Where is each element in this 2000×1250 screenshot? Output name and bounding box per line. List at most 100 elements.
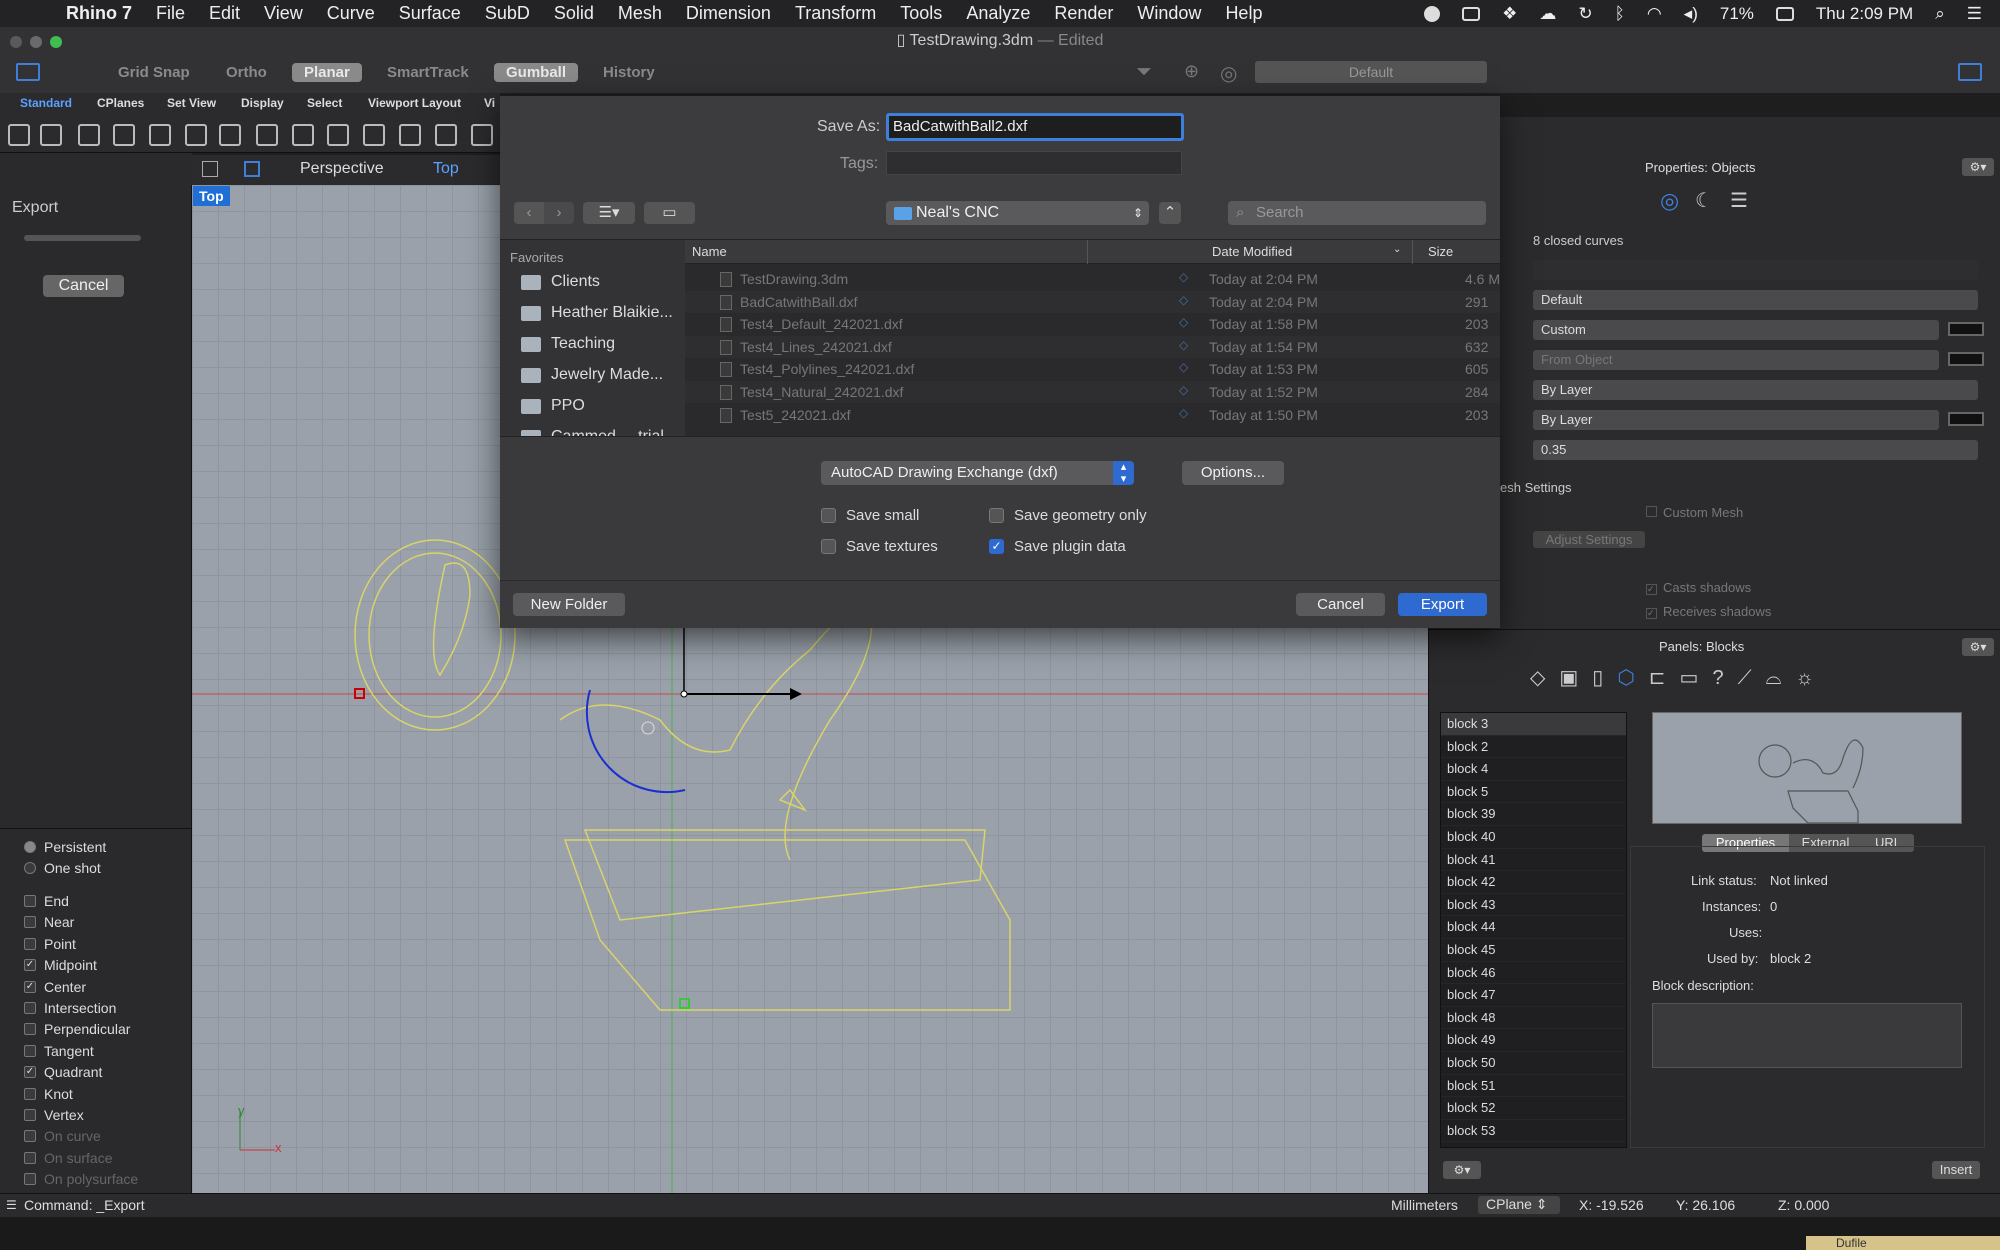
sidebar-item-favorite[interactable]: Jewelry Made... — [521, 366, 663, 384]
dropbox-icon[interactable]: ❖ — [1502, 4, 1517, 24]
control-center-icon[interactable]: ☰ — [1967, 4, 1982, 24]
file-row[interactable]: Test4_Default_242021.dxf ◇ Today at 1:58 P… — [685, 313, 1500, 335]
menu-render[interactable]: Render — [1054, 3, 1113, 24]
file-row[interactable]: TestDrawing.3dm ◇ Today at 2:04 PM 4.6 M — [685, 268, 1500, 290]
save-small-checkbox[interactable]: Save small — [821, 507, 919, 524]
osnap-intersection[interactable]: Intersection — [24, 1000, 116, 1016]
color-swatch[interactable] — [1948, 352, 1984, 366]
property-name-field[interactable] — [1533, 260, 1978, 280]
tags-input[interactable] — [886, 151, 1182, 175]
custom-mesh-checkbox[interactable]: Custom Mesh — [1646, 505, 1743, 520]
osnap-checkbox[interactable] — [24, 1130, 36, 1143]
color-swatch[interactable] — [1948, 322, 1984, 336]
block-list-item[interactable]: block 51 — [1441, 1075, 1626, 1098]
property-select[interactable]: From Object — [1533, 350, 1939, 370]
command-line[interactable]: Command: _Export — [24, 1197, 145, 1213]
bluetooth-icon[interactable]: ᛒ — [1615, 4, 1625, 24]
dialog-export-button[interactable]: Export — [1398, 593, 1487, 616]
collapse-dialog-chevron-up-icon[interactable]: ⌃ — [1159, 202, 1181, 224]
osnap-checkbox[interactable] — [24, 895, 36, 907]
menu-tools[interactable]: Tools — [900, 3, 942, 24]
property-select[interactable]: By Layer — [1533, 380, 1978, 400]
column-date-modified[interactable]: Date Modified — [1212, 244, 1292, 259]
display-icon[interactable]: ▣ — [1559, 667, 1592, 689]
save-plugin-data-checkbox[interactable]: ✓ Save plugin data — [989, 538, 1126, 555]
block-list-item[interactable]: block 4 — [1441, 758, 1626, 781]
properties-gear-icon[interactable]: ⚙▾ — [1962, 158, 1994, 176]
filter-icon[interactable]: ⏷ — [1136, 61, 1152, 84]
osnap-checkbox[interactable] — [24, 1002, 36, 1014]
block-list-item[interactable]: block 39 — [1441, 803, 1626, 826]
sync-icon[interactable]: ↻ — [1578, 4, 1592, 24]
file-row[interactable]: Test5_242021.dxf ◇ Today at 1:50 PM 203 — [685, 404, 1500, 426]
color-swatch[interactable] — [1948, 412, 1984, 426]
sidebar-item-favorite[interactable]: Teaching — [521, 335, 615, 353]
status-item-icon[interactable] — [1424, 5, 1441, 22]
osnap-quadrant[interactable]: ✓ Quadrant — [24, 1064, 102, 1080]
search-input[interactable]: Search — [1228, 201, 1486, 225]
block-list-item[interactable]: block 41 — [1441, 849, 1626, 872]
sun-icon[interactable]: ☼ — [1795, 667, 1827, 689]
block-list-item[interactable]: block 46 — [1441, 962, 1626, 985]
casts-shadows-checkbox[interactable]: ✓ Casts shadows — [1646, 580, 1751, 595]
brush-icon[interactable]: ⟋ — [1738, 667, 1766, 689]
volume-icon[interactable]: ◂) — [1684, 4, 1698, 24]
property-select[interactable]: By Layer — [1533, 410, 1939, 430]
file-row[interactable]: BadCatwithBall.dxf ◇ Today at 2:04 PM 291 — [685, 290, 1500, 313]
block-list-item[interactable]: block 54 — [1441, 1142, 1626, 1147]
osnap-on-curve[interactable]: On curve — [24, 1128, 101, 1144]
record-icon[interactable]: ◎ — [1220, 61, 1237, 86]
menu-help[interactable]: Help — [1225, 3, 1262, 24]
osnap-checkbox[interactable] — [24, 937, 36, 950]
dialog-cancel-button[interactable]: Cancel — [1296, 593, 1385, 616]
page-icon[interactable]: ▯ — [1592, 667, 1617, 689]
command-history-icon[interactable]: ☰ — [6, 1198, 17, 1212]
osnap-checkbox[interactable]: ✓ — [24, 980, 36, 993]
named-views-icon[interactable]: ▭ — [1680, 667, 1713, 689]
osnap-checkbox[interactable] — [24, 916, 36, 929]
menu-analyze[interactable]: Analyze — [966, 3, 1030, 24]
adjust-settings-button[interactable]: Adjust Settings — [1533, 531, 1645, 548]
osnap-end[interactable]: End — [24, 893, 69, 909]
osnap-checkbox[interactable] — [24, 1044, 36, 1057]
save-textures-checkbox[interactable]: Save textures — [821, 538, 938, 555]
spotlight-icon[interactable]: ⌕ — [1935, 4, 1945, 24]
osnap-knot[interactable]: Knot — [24, 1086, 73, 1102]
file-row[interactable]: Test4_Natural_242021.dxf ◇ Today at 1:52 P… — [685, 381, 1500, 403]
file-format-selector[interactable]: AutoCAD Drawing Exchange (dxf) — [821, 461, 1134, 485]
material-icon[interactable]: ☾ — [1695, 188, 1713, 213]
osnap-target-icon[interactable]: ⊕ — [1184, 61, 1199, 82]
sidebar-item-favorite[interactable]: Heather Blaikie... — [521, 304, 673, 322]
osnap-checkbox[interactable] — [24, 1151, 36, 1164]
block-list-item[interactable]: block 45 — [1441, 939, 1626, 962]
sidebar-item-favorite[interactable]: Cammed ... trial — [521, 428, 664, 436]
clock[interactable]: Thu 2:09 PM — [1816, 4, 1913, 24]
property-select[interactable]: Custom — [1533, 320, 1939, 340]
column-size[interactable]: Size — [1428, 244, 1453, 259]
osnap-point[interactable]: Point — [24, 936, 76, 952]
format-chevron-icon[interactable]: ▴ ▾ — [1113, 461, 1134, 485]
block-list-item[interactable]: block 50 — [1441, 1052, 1626, 1075]
object-properties-icon[interactable]: ◎ — [1660, 188, 1679, 214]
cplane-selector[interactable]: CPlane ⇕ — [1478, 1196, 1560, 1214]
osnap-center[interactable]: ✓ Center — [24, 979, 86, 995]
blocks-gear-icon[interactable]: ⚙▾ — [1962, 638, 1994, 656]
environment-icon[interactable]: ⌓ — [1766, 667, 1796, 689]
osnap-checkbox[interactable] — [24, 1087, 36, 1100]
new-folder-button[interactable]: New Folder — [513, 593, 625, 616]
file-row[interactable]: Test4_Polylines_242021.dxf ◇ Today at 1:53… — [685, 358, 1500, 380]
osnap-mode-one-shot[interactable]: One shot — [24, 860, 101, 876]
receives-shadows-checkbox[interactable]: ✓ Receives shadows — [1646, 604, 1771, 619]
save-geometry-only-checkbox[interactable]: Save geometry only — [989, 507, 1147, 524]
osnap-on-surface[interactable]: On surface — [24, 1150, 112, 1166]
block-list-item[interactable]: block 48 — [1441, 1007, 1626, 1030]
sort-chevron-icon[interactable]: ⌄ — [1393, 244, 1401, 255]
sidebar-right-toggle-icon[interactable] — [1958, 63, 1982, 81]
insert-block-button[interactable]: Insert — [1932, 1161, 1980, 1179]
battery-icon[interactable] — [1775, 6, 1794, 21]
layers-stack-icon[interactable]: ☰ — [1730, 188, 1748, 213]
block-list-item[interactable]: block 5 — [1441, 781, 1626, 804]
osnap-checkbox[interactable]: ✓ — [24, 959, 36, 972]
file-row[interactable]: Test4_Lines_242021.dxf ◇ Today at 1:54 PM 6… — [685, 335, 1500, 358]
osnap-on-polysurface[interactable]: On polysurface — [24, 1171, 138, 1187]
